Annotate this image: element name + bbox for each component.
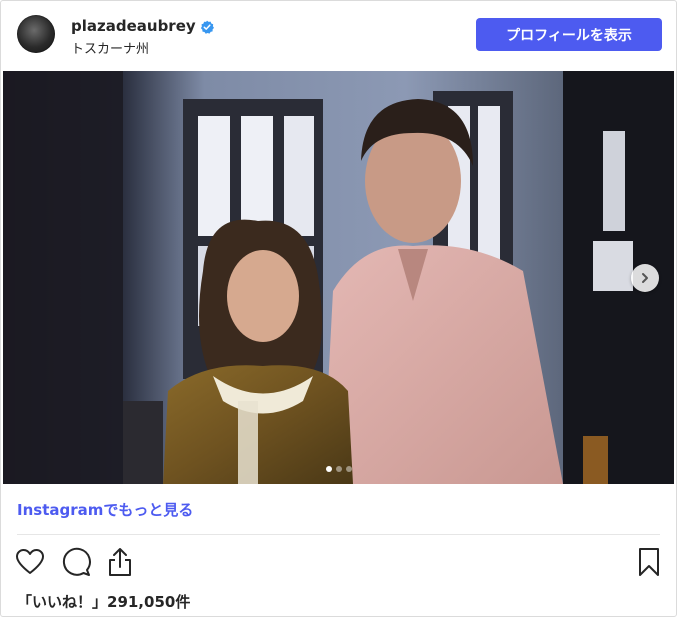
divider bbox=[17, 534, 660, 535]
carousel-dots bbox=[3, 466, 674, 472]
share-icon bbox=[109, 548, 131, 576]
likes-count[interactable]: 「いいね！」291,050件 bbox=[17, 591, 190, 612]
post-photo[interactable] bbox=[3, 71, 674, 484]
username[interactable]: plazadeaubrey bbox=[71, 17, 196, 35]
view-more-on-instagram-link[interactable]: Instagramでもっと見る bbox=[17, 499, 193, 520]
instagram-embed-card: plazadeaubrey トスカーナ州 プロフィールを表示 Instagram… bbox=[0, 0, 677, 617]
post-photo-image bbox=[3, 71, 674, 484]
carousel-next-button[interactable] bbox=[631, 264, 659, 292]
share-button[interactable] bbox=[103, 545, 137, 579]
view-profile-button[interactable]: プロフィールを表示 bbox=[476, 18, 662, 51]
comment-button[interactable] bbox=[59, 545, 93, 579]
action-bar bbox=[1, 541, 676, 585]
username-row: plazadeaubrey bbox=[71, 16, 214, 36]
post-header: plazadeaubrey トスカーナ州 プロフィールを表示 bbox=[1, 1, 676, 69]
carousel-dot[interactable] bbox=[335, 466, 342, 472]
like-button[interactable] bbox=[13, 545, 47, 579]
avatar[interactable] bbox=[17, 15, 55, 53]
verified-badge-icon bbox=[200, 19, 214, 34]
chevron-right-icon bbox=[642, 273, 648, 283]
heart-icon bbox=[16, 549, 44, 574]
bookmark-icon bbox=[639, 548, 659, 576]
save-button[interactable] bbox=[632, 545, 666, 579]
carousel-dot[interactable] bbox=[325, 466, 332, 472]
comment-icon bbox=[62, 547, 91, 576]
location[interactable]: トスカーナ州 bbox=[71, 38, 149, 57]
carousel-dot[interactable] bbox=[345, 466, 352, 472]
